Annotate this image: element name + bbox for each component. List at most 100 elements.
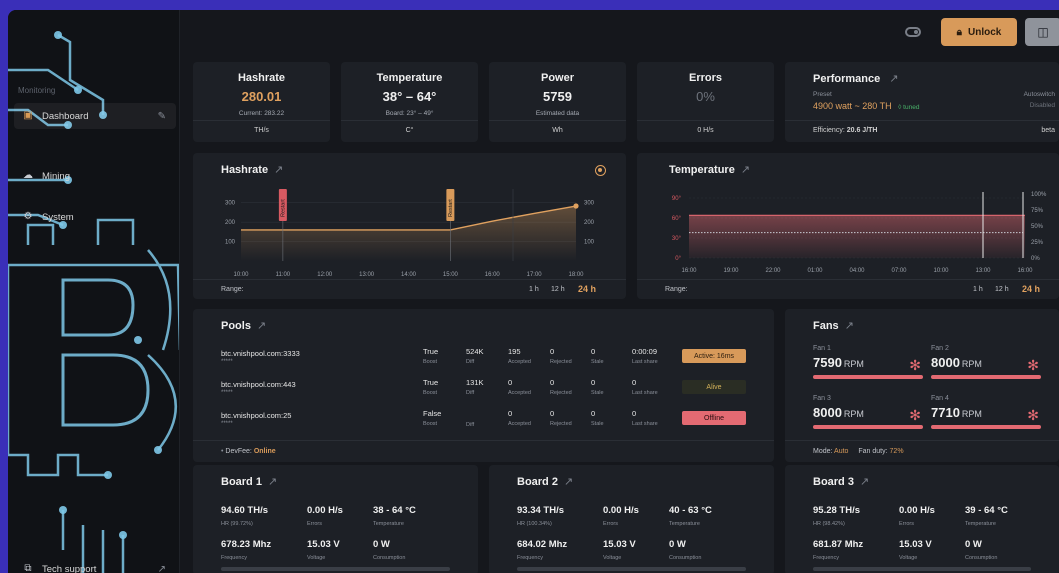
edit-icon[interactable]: ✎ [158,111,166,122]
external-link-icon[interactable]: ↗ [564,476,573,488]
card-title: Board 2 [517,476,558,488]
pool-row[interactable]: btc.vnishpool.com:443 ***** True Boost 131K D… [221,378,746,404]
pool-diff-label: Diff [466,359,475,365]
temperature-range-row: Range: 1 h 12 h 24 h [637,279,1059,299]
fan-icon: ✻ [909,357,921,373]
sidebar-item-tech-support[interactable]: ⧉ Tech support ↗ [14,556,176,573]
pool-row[interactable]: btc.vnishpool.com:3333 ***** True Boost 524K… [221,347,746,373]
y-tick-label-right: 50% [1031,224,1044,230]
x-tick-label: 10:00 [933,268,949,274]
stat-unit: TH/s [193,120,330,142]
x-tick-label: 04:00 [849,268,865,274]
pool-accepted: 195 Accepted [508,347,531,365]
pool-diff: Diff [466,409,474,428]
external-link-icon[interactable]: ↗ [845,320,854,332]
stat-unit: C° [341,120,478,142]
pool-last-share-value: 0:00:09 [632,347,658,356]
stat-card-performance[interactable]: Performance ↗ Preset 4900 watt ~ 280 TH … [785,62,1059,142]
pool-last-share-label: Last share [632,390,658,396]
autoswitch-value: Disabled [1029,102,1055,109]
pool-stale-value: 0 [591,347,596,356]
external-link-icon[interactable]: ↗ [268,476,277,488]
stat-value: 38° – 64° [382,89,437,104]
range-24h[interactable]: 24 h [578,284,596,294]
stat-unit: 0 H/s [637,120,774,142]
board-voltage-label: Voltage [307,555,326,561]
pool-password: ***** [221,421,233,427]
temperature-chart-card: Temperature ↗ 0° 30° 60° 90° 0% 25% 50% 75% 100% 1… [637,153,1059,299]
panel-toggle-button[interactable]: ◫ [1025,18,1059,46]
fan-4: Fan 4 7710 RPM ✻ [931,395,1041,429]
support-icon: ⧉ [24,563,32,573]
autoswitch-label: Autoswitch [1023,91,1055,98]
pool-password: ***** [221,359,233,365]
external-link-icon[interactable]: ↗ [257,320,266,332]
sidebar-item-mining[interactable]: ☁ Mining [14,163,176,189]
pool-boost: True Boost [423,347,438,365]
x-tick-label: 12:00 [317,272,333,278]
board-errors: 0.00 H/s [603,505,639,516]
fan-label: Fan 1 [813,345,831,352]
sidebar-item-dashboard[interactable]: ▣ Dashboard ✎ [14,103,176,129]
stat-title: Hashrate [237,72,286,84]
pool-rejected-label: Rejected [550,390,572,396]
y-tick-label: 30° [672,236,682,242]
pool-url: btc.vnishpool.com:25 [221,411,292,420]
pool-row[interactable]: btc.vnishpool.com:25 ***** False Boost Diff 0… [221,409,746,435]
stat-card-temperature: Temperature 38° – 64° Board: 23° – 49° C… [341,62,478,142]
board-voltage: 15.03 V [899,539,932,550]
fan-icon: ✻ [1027,407,1039,423]
board-progress-bar [813,567,1031,571]
x-tick-label: 22:00 [765,268,781,274]
pool-boost-value: False [423,409,442,418]
fan-bar [931,375,1041,379]
range-1h[interactable]: 1 h [973,286,983,293]
range-24h[interactable]: 24 h [1022,284,1040,294]
stat-card-hashrate: Hashrate 280.01 Current: 283.22 TH/s [193,62,330,142]
pool-boost-label: Boost [423,390,438,396]
pool-url: btc.vnishpool.com:3333 [221,349,300,358]
y-tick-label-right: 25% [1031,240,1044,246]
board-errors-label: Errors [603,521,618,527]
pool-accepted-label: Accepted [508,421,531,427]
fan-label: Fan 2 [931,345,949,352]
fan-duty-value: 72% [889,448,904,455]
pool-accepted-value: 195 [508,347,521,356]
x-tick-label: 18:00 [568,272,584,278]
fan-bar [813,375,923,379]
y-tick-label-right: 75% [1031,208,1044,214]
beta-badge: beta [1041,127,1055,134]
sidebar-section-monitoring: Monitoring [18,86,56,95]
board-hashrate: 95.28 TH/s [813,505,860,516]
pool-rejected-value: 0 [550,347,555,356]
pool-stale: 0 Stale [591,347,604,365]
stat-sub: Board: 23° – 49° [385,110,434,117]
pool-stale: 0 Stale [591,378,604,396]
sidebar: Monitoring ▣ Dashboard ✎ ☁ Mining ⚙ Syst… [8,10,180,573]
board-hashrate-label: HR (100.34%) [517,521,552,527]
external-link-icon[interactable]: ↗ [889,73,898,85]
pool-status-badge: Alive [682,380,746,394]
restart-marker-label: Restart [448,199,454,217]
range-12h[interactable]: 12 h [995,286,1009,293]
x-tick-label: 14:00 [401,272,417,278]
pool-stale-value: 0 [591,378,596,387]
pool-rejected-label: Rejected [550,359,572,365]
pool-diff: 131K Diff [466,378,484,396]
x-tick-label: 16:00 [681,268,697,274]
pool-last-share: 0:00:09 Last share [632,347,658,365]
unlock-button[interactable]: 🔒︎ Unlock [941,18,1017,46]
theme-toggle[interactable] [905,27,921,37]
sidebar-item-system[interactable]: ⚙ System [14,204,176,230]
range-1h[interactable]: 1 h [529,286,539,293]
stat-title: Errors [688,72,723,84]
range-12h[interactable]: 12 h [551,286,565,293]
x-tick-label: 10:00 [233,272,249,278]
fan-value: 7590 [813,355,842,370]
pool-diff-label: Diff [466,390,475,396]
external-link-icon[interactable]: ↗ [860,476,869,488]
board-errors: 0.00 H/s [899,505,935,516]
board-temperature-label: Temperature [669,521,700,527]
board-progress-bar [221,567,450,571]
board-frequency: 678.23 Mhz [221,539,272,550]
